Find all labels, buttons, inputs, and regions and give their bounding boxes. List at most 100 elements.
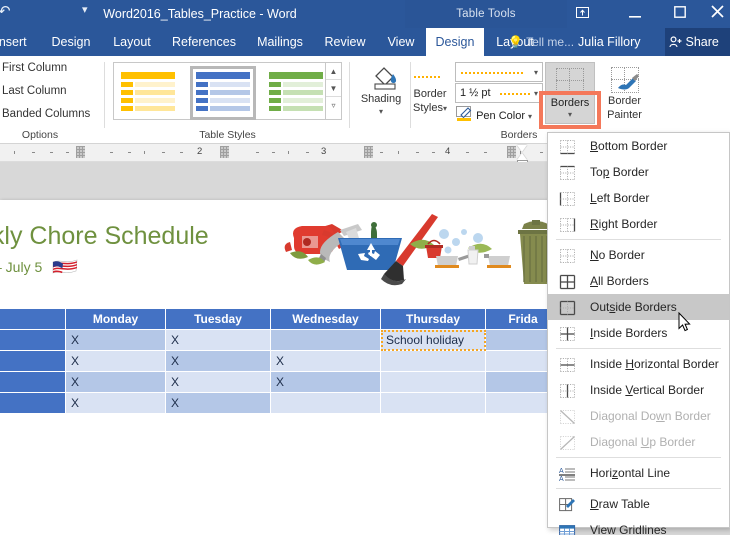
row-label: fish	[0, 350, 66, 372]
chevron-down-icon[interactable]: ▾	[528, 112, 532, 121]
tab-insert[interactable]: Insert	[0, 28, 40, 56]
table-cell[interactable]	[380, 371, 486, 393]
table-cell[interactable]	[270, 329, 381, 351]
table-style-blue[interactable]	[190, 66, 256, 120]
table-cell[interactable]: X	[165, 371, 271, 393]
quick-access-toolbar[interactable]: ↶ ▾	[0, 3, 101, 25]
chore-schedule-table[interactable]: Monday Tuesday Wednesday Thursday Frida …	[0, 308, 561, 414]
gallery-scroll-up-button[interactable]: ▲	[326, 63, 341, 80]
diagonal-up-border-icon	[560, 436, 575, 450]
menu-item-left-border[interactable]: Left Border	[548, 185, 729, 211]
tab-table-tools-design[interactable]: Design	[426, 28, 484, 56]
gallery-scroll-buttons[interactable]: ▲ ▼ ▿	[325, 63, 341, 119]
table-cell[interactable]	[380, 392, 486, 414]
undo-icon[interactable]: ↶	[0, 2, 11, 20]
chevron-down-icon[interactable]: ▾	[82, 3, 88, 16]
line-style-dropdown[interactable]: ▾	[455, 62, 543, 82]
borders-dropdown-menu[interactable]: Bottom Border Top Border Left Border Right …	[547, 132, 730, 535]
ruler-tab-marker[interactable]	[220, 146, 229, 158]
checkbox-last-column[interactable]: Last Column	[2, 85, 67, 97]
ruler-tab-marker[interactable]	[364, 146, 373, 158]
col-header-wednesday: Wednesday	[270, 308, 381, 330]
menu-item-outside-borders[interactable]: Outside Borders	[548, 294, 729, 320]
first-line-indent-marker[interactable]	[517, 145, 527, 152]
menu-item-no-border[interactable]: No Border	[548, 242, 729, 268]
top-border-icon	[559, 164, 576, 180]
table-styles-gallery[interactable]: ▲ ▼ ▿	[113, 62, 342, 120]
tab-design[interactable]: Design	[40, 28, 102, 56]
menu-item-horizontal-line[interactable]: A A Horizontal Line	[548, 460, 729, 486]
menu-item-inside-vertical-border[interactable]: Inside Vertical Border	[548, 377, 729, 403]
menu-item-inside-borders[interactable]: Inside Borders	[548, 320, 729, 346]
shading-button[interactable]: Shading ▾	[356, 62, 406, 116]
table-style-gold[interactable]	[118, 69, 178, 117]
menu-item-bottom-border[interactable]: Bottom Border	[548, 133, 729, 159]
chevron-down-icon[interactable]: ▾	[443, 104, 447, 113]
document-page[interactable]: ekly Chore Schedule – July 5	[0, 200, 561, 535]
menu-item-all-borders[interactable]: All Borders	[548, 268, 729, 294]
menu-item-label: No Border	[590, 248, 645, 262]
share-button[interactable]: Share	[665, 28, 730, 56]
table-cell[interactable]	[270, 392, 381, 414]
inside-horizontal-border-icon	[560, 358, 575, 372]
menu-item-label: Inside Horizontal Border	[590, 357, 719, 371]
ribbon-display-options-button[interactable]	[562, 0, 602, 28]
line-weight-dropdown[interactable]: 1 ½ pt ▾	[455, 83, 543, 103]
word-application-window: Table Tools Word2016_Tables_Practice - W…	[0, 0, 730, 535]
menu-item-view-gridlines[interactable]: View Gridlines	[548, 517, 729, 535]
gallery-scroll-down-button[interactable]: ▼	[326, 80, 341, 97]
ruler-number-2: 2	[197, 146, 203, 157]
tab-mailings[interactable]: Mailings	[246, 28, 314, 56]
table-cell[interactable]: X	[165, 392, 271, 414]
table-cell[interactable]: X	[270, 350, 381, 372]
table-cell[interactable]: X	[165, 350, 271, 372]
close-button[interactable]	[705, 0, 730, 28]
checkbox-first-column[interactable]: First Column	[2, 62, 67, 74]
restore-button[interactable]	[660, 0, 700, 28]
shading-label: Shading	[360, 93, 402, 105]
table-cell[interactable]: X	[65, 350, 166, 372]
table-cell[interactable]: X	[65, 329, 166, 351]
right-border-icon	[559, 216, 576, 232]
inside-vertical-border-icon	[560, 384, 575, 398]
table-cell[interactable]	[380, 350, 486, 372]
table-cell[interactable]: X	[65, 392, 166, 414]
table-cell-selected[interactable]: School holiday	[380, 329, 486, 351]
tell-me-box[interactable]: 💡 Tell me...	[508, 28, 574, 56]
chevron-down-icon[interactable]: ▾	[356, 107, 406, 116]
pen-color-button[interactable]: Pen Color ▾	[456, 106, 532, 124]
ruler-tab-marker[interactable]	[507, 146, 516, 158]
menu-item-draw-table[interactable]: Draw Table	[548, 491, 729, 517]
row-label: s	[0, 371, 66, 393]
chevron-down-icon[interactable]: ▾	[534, 64, 538, 82]
menu-item-label: Diagonal Down Border	[590, 409, 711, 423]
table-row[interactable]: ling X X	[0, 392, 561, 414]
tab-view[interactable]: View	[376, 28, 426, 56]
minimize-button[interactable]	[615, 0, 655, 28]
checkbox-banded-columns[interactable]: Banded Columns	[2, 108, 90, 120]
cleaning-supplies-clipart[interactable]	[272, 208, 557, 293]
menu-item-right-border[interactable]: Right Border	[548, 211, 729, 237]
ribbon: First Column Last Column Banded Columns …	[0, 56, 730, 144]
table-cell[interactable]: X	[165, 329, 271, 351]
table-cell[interactable]: X	[65, 371, 166, 393]
account-name[interactable]: Julia Fillory	[578, 28, 641, 56]
tab-references[interactable]: References	[162, 28, 246, 56]
chevron-down-icon[interactable]: ▾	[534, 85, 538, 103]
ruler-tab-marker[interactable]	[76, 146, 85, 158]
hanging-indent-marker[interactable]	[517, 153, 527, 160]
table-cell[interactable]: X	[270, 371, 381, 393]
table-row[interactable]: ework X X School holiday	[0, 329, 561, 351]
gallery-more-button[interactable]: ▿	[326, 97, 341, 114]
table-row[interactable]: s X X X	[0, 371, 561, 393]
menu-item-top-border[interactable]: Top Border	[548, 159, 729, 185]
inside-vertical-border-icon	[559, 382, 576, 398]
border-painter-button[interactable]: Border Painter	[597, 62, 652, 121]
tab-review[interactable]: Review	[314, 28, 376, 56]
menu-item-inside-horizontal-border[interactable]: Inside Horizontal Border	[548, 351, 729, 377]
table-row[interactable]: fish X X X	[0, 350, 561, 372]
tab-layout[interactable]: Layout	[102, 28, 162, 56]
table-style-green[interactable]	[266, 69, 326, 117]
borders-button-highlight	[539, 91, 601, 129]
border-painter-label-2: Painter	[607, 109, 642, 121]
